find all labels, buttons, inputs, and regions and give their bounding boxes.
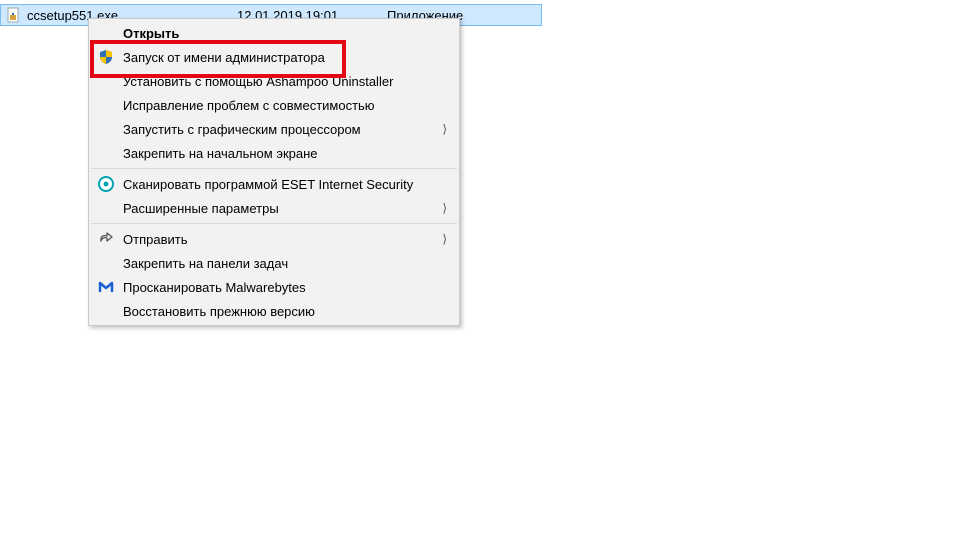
share-icon xyxy=(97,230,115,248)
menu-troubleshoot-compat[interactable]: Исправление проблем с совместимостью xyxy=(89,93,459,117)
menu-run-as-admin[interactable]: Запуск от имени администратора xyxy=(89,45,459,69)
menu-separator xyxy=(91,168,457,169)
eset-icon xyxy=(97,175,115,193)
menu-scan-malwarebytes[interactable]: Просканировать Malwarebytes xyxy=(89,275,459,299)
menu-scan-eset[interactable]: Сканировать программой ESET Internet Sec… xyxy=(89,172,459,196)
installer-file-icon xyxy=(5,6,23,24)
menu-run-gpu-label: Запустить с графическим процессором xyxy=(123,122,429,137)
menu-send-to-label: Отправить xyxy=(123,232,429,247)
chevron-right-icon: ⟩ xyxy=(442,122,447,136)
menu-scan-eset-label: Сканировать программой ESET Internet Sec… xyxy=(123,177,429,192)
context-menu: Открыть Запуск от имени администратора У… xyxy=(88,18,460,326)
menu-install-ashampoo-label: Установить с помощью Ashampoo Uninstalle… xyxy=(123,74,429,89)
menu-separator xyxy=(91,223,457,224)
menu-pin-start[interactable]: Закрепить на начальном экране xyxy=(89,141,459,165)
chevron-right-icon: ⟩ xyxy=(442,232,447,246)
menu-troubleshoot-compat-label: Исправление проблем с совместимостью xyxy=(123,98,429,113)
menu-run-gpu[interactable]: Запустить с графическим процессором ⟩ xyxy=(89,117,459,141)
menu-scan-malwarebytes-label: Просканировать Malwarebytes xyxy=(123,280,429,295)
menu-run-as-admin-label: Запуск от имени администратора xyxy=(123,50,429,65)
malwarebytes-icon xyxy=(97,278,115,296)
shield-uac-icon xyxy=(97,48,115,66)
menu-open[interactable]: Открыть xyxy=(89,21,459,45)
chevron-right-icon: ⟩ xyxy=(442,201,447,215)
menu-pin-taskbar-label: Закрепить на панели задач xyxy=(123,256,429,271)
menu-open-label: Открыть xyxy=(123,26,429,41)
menu-send-to[interactable]: Отправить ⟩ xyxy=(89,227,459,251)
menu-restore-prev[interactable]: Восстановить прежнюю версию xyxy=(89,299,459,323)
menu-eset-advanced[interactable]: Расширенные параметры ⟩ xyxy=(89,196,459,220)
menu-pin-taskbar[interactable]: Закрепить на панели задач xyxy=(89,251,459,275)
menu-eset-advanced-label: Расширенные параметры xyxy=(123,201,429,216)
menu-restore-prev-label: Восстановить прежнюю версию xyxy=(123,304,429,319)
menu-install-ashampoo[interactable]: Установить с помощью Ashampoo Uninstalle… xyxy=(89,69,459,93)
menu-pin-start-label: Закрепить на начальном экране xyxy=(123,146,429,161)
